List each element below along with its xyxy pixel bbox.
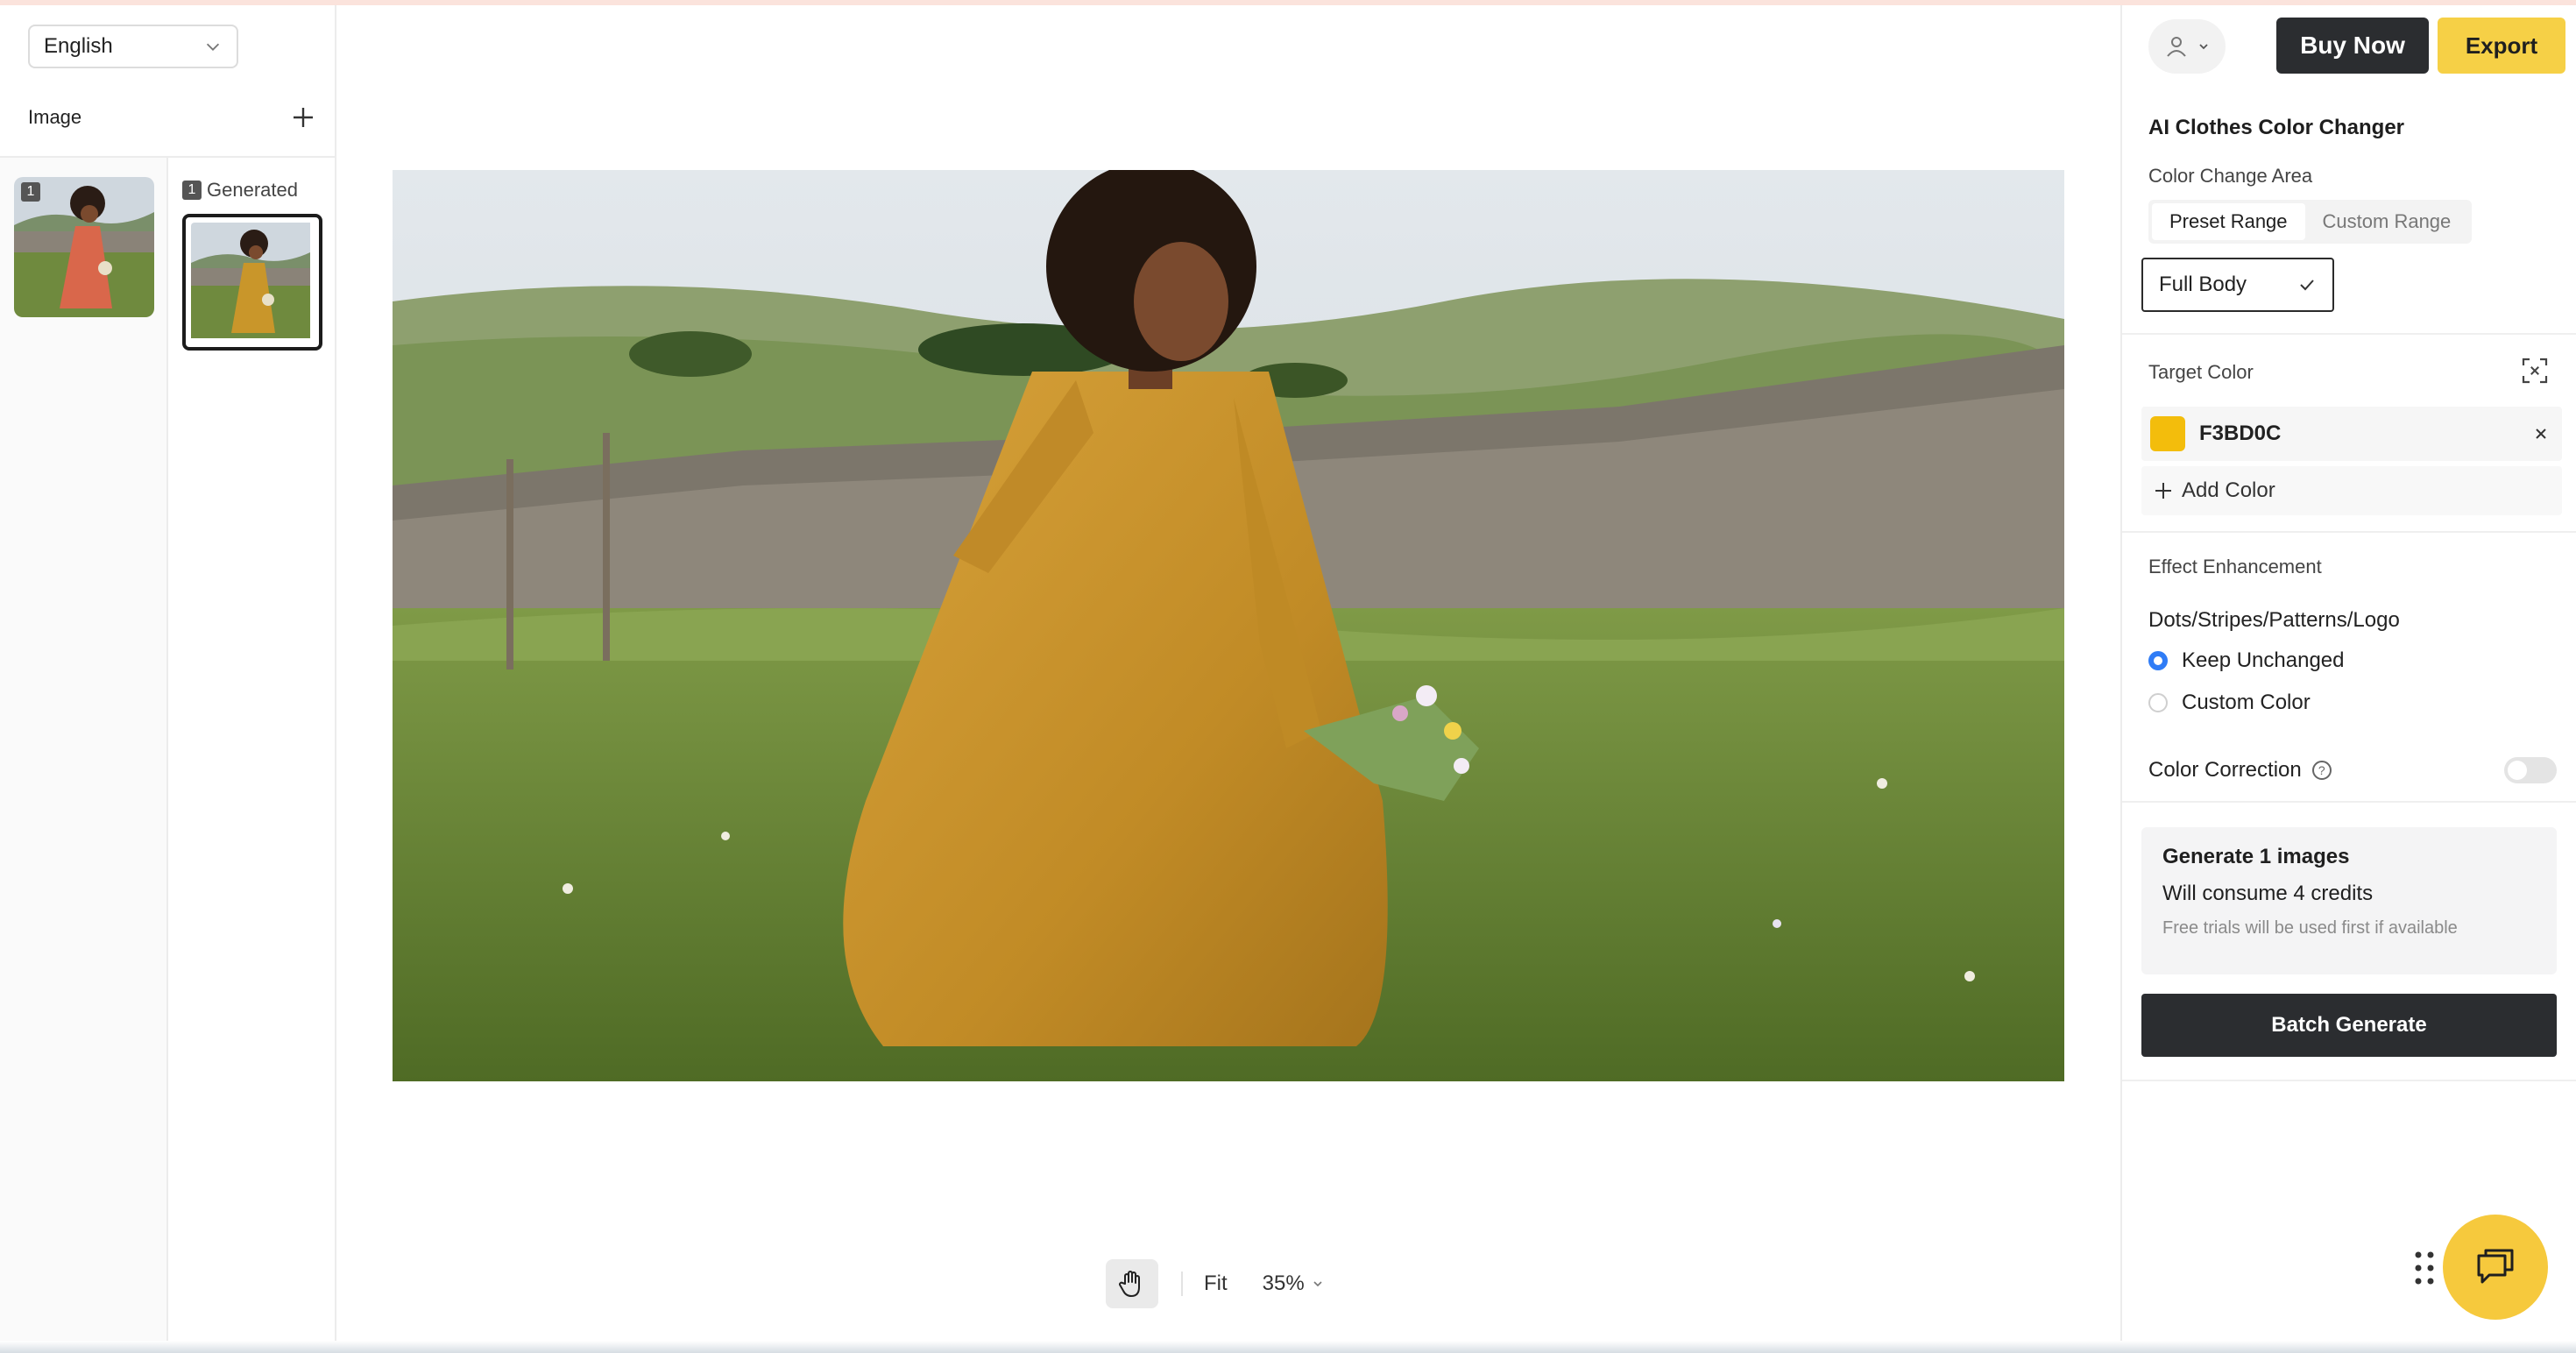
plus-icon — [294, 108, 313, 127]
original-column — [0, 158, 166, 1353]
option-keep-unchanged[interactable]: Keep Unchanged — [2148, 648, 2344, 673]
add-color-button[interactable]: Add Color — [2141, 466, 2562, 515]
chevron-down-icon — [2199, 44, 2208, 50]
generated-image — [393, 170, 2064, 1081]
effect-enhancement-label: Effect Enhancement — [2148, 556, 2322, 577]
target-color-row[interactable]: F3BD0C — [2141, 407, 2562, 461]
color-correction-toggle[interactable] — [2504, 757, 2557, 783]
generated-thumbnail-image — [191, 223, 310, 338]
generated-image-thumbnail[interactable] — [182, 214, 322, 351]
language-value: English — [44, 34, 113, 58]
zoom-select[interactable]: 35% — [1263, 1272, 1324, 1296]
generation-summary: Generate 1 images Will consume 4 credits… — [2141, 827, 2557, 974]
tab-custom-range[interactable]: Custom Range — [2305, 203, 2469, 240]
generated-count-badge: 1 — [182, 181, 202, 200]
divider — [2122, 333, 2576, 335]
radio-selected[interactable] — [2148, 651, 2168, 670]
image-canvas[interactable] — [393, 170, 2064, 1081]
remove-color-button[interactable] — [2529, 421, 2553, 446]
chat-support-button[interactable] — [2443, 1215, 2548, 1320]
buy-now-button[interactable]: Buy Now — [2276, 18, 2429, 74]
export-button[interactable]: Export — [2438, 18, 2565, 74]
original-count-badge: 1 — [21, 182, 40, 202]
tool-title: AI Clothes Color Changer — [2148, 116, 2405, 139]
plus-icon — [2155, 483, 2171, 499]
user-icon — [2167, 37, 2186, 57]
color-correction-row: Color Correction ? — [2148, 757, 2557, 783]
divider — [2122, 801, 2576, 803]
generated-label-text: Generated — [207, 179, 298, 201]
toolbar-separator — [1181, 1272, 1183, 1296]
color-hex-value: F3BD0C — [2199, 421, 2282, 445]
divider — [2122, 1080, 2576, 1081]
right-panel: Buy Now Export AI Clothes Color Changer … — [2120, 5, 2576, 1353]
drag-grip-icon[interactable] — [2411, 1248, 2438, 1288]
divider — [2122, 531, 2576, 533]
pattern-title: Dots/Stripes/Patterns/Logo — [2148, 608, 2400, 632]
fit-button[interactable]: Fit — [1204, 1272, 1228, 1296]
color-swatch[interactable] — [2150, 416, 2185, 451]
option-custom-color[interactable]: Custom Color — [2148, 691, 2311, 715]
window-bottom-edge — [0, 1341, 2576, 1353]
add-image-button[interactable] — [289, 103, 317, 131]
batch-generate-button[interactable]: Batch Generate — [2141, 994, 2557, 1057]
pan-tool-button[interactable] — [1106, 1259, 1158, 1308]
chevron-down-icon — [1313, 1281, 1322, 1287]
zoom-value: 35% — [1262, 1272, 1305, 1295]
canvas-toolbar: Fit 35% — [1100, 1253, 1358, 1314]
check-icon — [2300, 280, 2314, 291]
range-tabs: Preset Range Custom Range — [2148, 200, 2473, 244]
option-label: Keep Unchanged — [2182, 648, 2345, 672]
user-menu-button[interactable] — [2148, 19, 2226, 74]
close-icon — [2536, 429, 2546, 439]
help-icon[interactable]: ? — [2311, 761, 2332, 780]
generated-label: 1 Generated — [182, 179, 298, 202]
generate-count-text: Generate 1 images — [2162, 845, 2350, 868]
free-trial-note: Free trials will be used first if availa… — [2162, 918, 2458, 938]
option-label: Custom Color — [2182, 691, 2311, 714]
add-color-label: Add Color — [2182, 478, 2275, 502]
chat-icon — [2477, 1249, 2514, 1284]
image-section-title: Image — [28, 106, 82, 128]
column-divider — [166, 158, 168, 1353]
left-panel: English Image 1 1 Generated — [0, 5, 336, 1353]
color-correction-label: Color Correction — [2148, 758, 2302, 782]
target-color-label: Target Color — [2148, 361, 2254, 383]
full-body-option[interactable]: Full Body — [2141, 258, 2334, 312]
color-picker-scan-icon[interactable] — [2520, 356, 2550, 386]
credits-text: Will consume 4 credits — [2162, 882, 2374, 905]
language-select[interactable]: English — [28, 25, 238, 68]
hand-icon — [1119, 1271, 1140, 1297]
area-value: Full Body — [2159, 273, 2247, 296]
chevron-down-icon — [206, 43, 220, 51]
color-change-area-label: Color Change Area — [2148, 165, 2313, 187]
original-image-thumbnail[interactable]: 1 — [14, 177, 154, 317]
radio-unselected[interactable] — [2148, 693, 2168, 712]
tab-preset-range[interactable]: Preset Range — [2152, 203, 2305, 240]
image-header: Image — [28, 103, 317, 131]
